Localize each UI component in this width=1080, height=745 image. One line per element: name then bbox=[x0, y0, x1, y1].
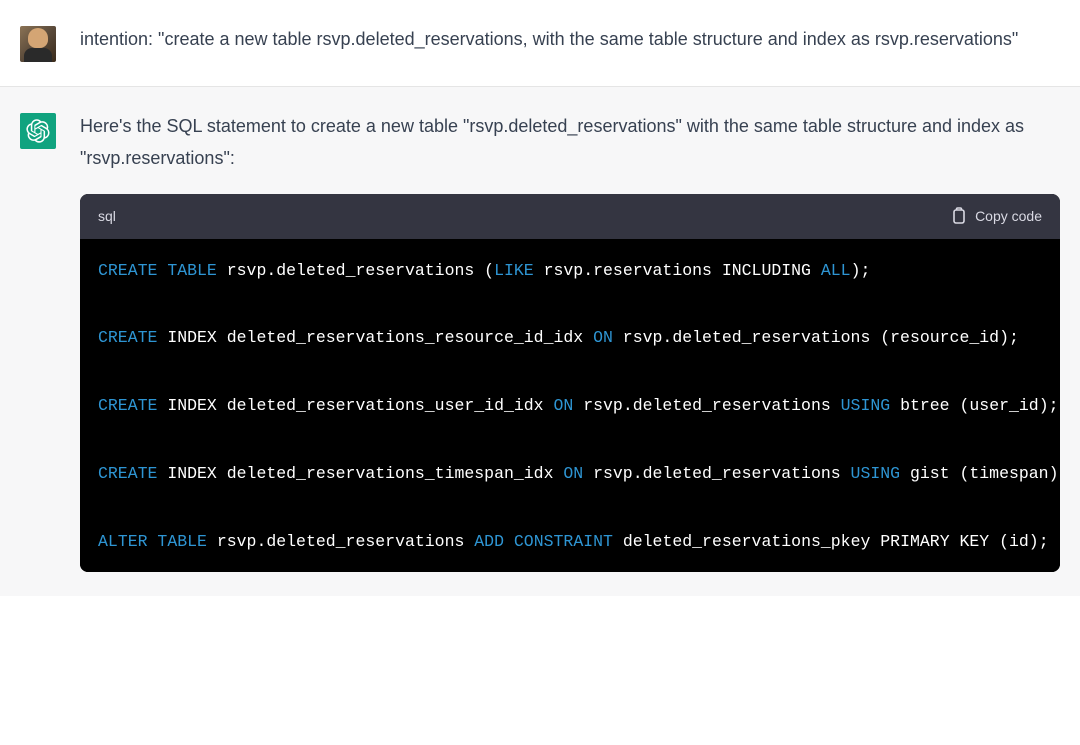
user-avatar bbox=[20, 26, 56, 62]
code-content: CREATE TABLE rsvp.deleted_reservations (… bbox=[98, 259, 1042, 555]
copy-code-button[interactable]: Copy code bbox=[951, 207, 1042, 225]
assistant-message-content: Here's the SQL statement to create a new… bbox=[80, 111, 1060, 572]
code-language-label: sql bbox=[98, 204, 116, 229]
user-message-row: intention: "create a new table rsvp.dele… bbox=[0, 0, 1080, 86]
user-message-text: intention: "create a new table rsvp.dele… bbox=[80, 24, 1060, 62]
code-header: sql Copy code bbox=[80, 194, 1060, 239]
assistant-intro-text: Here's the SQL statement to create a new… bbox=[80, 111, 1060, 174]
clipboard-icon bbox=[951, 207, 967, 225]
code-block: sql Copy code CREATE TABLE rsvp.deleted_… bbox=[80, 194, 1060, 572]
code-body[interactable]: CREATE TABLE rsvp.deleted_reservations (… bbox=[80, 239, 1060, 573]
assistant-message-row: Here's the SQL statement to create a new… bbox=[0, 86, 1080, 596]
assistant-avatar bbox=[20, 113, 56, 149]
copy-code-label: Copy code bbox=[975, 208, 1042, 224]
openai-logo-icon bbox=[26, 119, 50, 143]
